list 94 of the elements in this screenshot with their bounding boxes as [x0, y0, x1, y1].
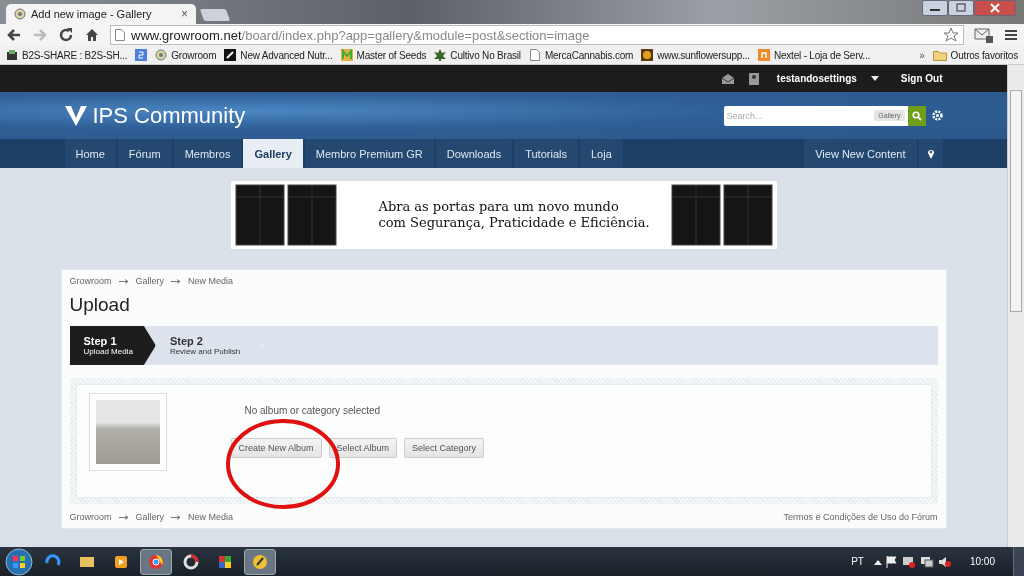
more-bookmarks-button[interactable]: » [919, 49, 925, 61]
bookmark[interactable]: Master of Seeds [340, 49, 427, 61]
site-logo[interactable]: IPS Community [92, 102, 246, 129]
other-bookmarks-folder[interactable]: Outros favoritos [932, 49, 1018, 61]
bookmark[interactable]: www.sunflowersupp... [641, 49, 750, 61]
bookmark-favicon-icon [224, 49, 237, 61]
bookmark[interactable]: Nextel - Loja de Serv... [757, 49, 871, 61]
monitor-icon[interactable] [919, 555, 934, 568]
new-tab-button[interactable] [199, 9, 231, 21]
bookmark[interactable]: Growroom [155, 49, 217, 61]
breadcrumb-link[interactable]: New Media [188, 512, 234, 522]
bookmark[interactable]: New Advanced Nutr... [224, 49, 333, 61]
clock[interactable]: 10:00 [969, 556, 995, 567]
scrollbar-thumb[interactable] [1010, 90, 1022, 312]
address-bar[interactable]: www.growroom.net/board/index.php?app=gallery&module=post&section=image [110, 25, 964, 45]
start-button-icon[interactable] [4, 547, 34, 576]
arrow-icon [118, 278, 129, 284]
close-icon[interactable] [974, 0, 1016, 16]
bookmark-favicon-icon [757, 49, 770, 61]
view-new-content-tab[interactable]: View New Content [804, 139, 917, 168]
bookmark-favicon-icon [340, 49, 353, 61]
tray-arrow-icon[interactable] [873, 558, 882, 565]
map-pin-icon [926, 148, 935, 159]
close-tab-button[interactable]: × [181, 7, 188, 21]
notification-icon[interactable] [748, 72, 759, 85]
app-icon [251, 552, 269, 571]
arrow-icon [171, 514, 182, 520]
site-favicon-icon [14, 8, 26, 20]
breadcrumb-link[interactable]: Gallery [135, 276, 165, 286]
arrow-icon [171, 278, 182, 284]
bookmark-favicon-icon [641, 49, 654, 61]
folder-icon [932, 49, 947, 61]
search-icon [911, 110, 922, 121]
scrollbar[interactable] [1007, 65, 1024, 547]
bookmark-icon[interactable] [135, 49, 148, 61]
app-icon [182, 552, 200, 571]
action-button[interactable]: Create New Album [230, 438, 322, 458]
network-icon[interactable] [901, 555, 916, 568]
caret-icon[interactable] [870, 76, 879, 81]
step-tab[interactable]: Step 2 Review and Publish [155, 326, 264, 365]
mail-icon[interactable] [974, 26, 994, 44]
map-pin-button[interactable] [918, 139, 943, 168]
page-icon [115, 29, 125, 41]
bookmark[interactable]: Cultivo No Brasil [434, 49, 521, 61]
banner-slogan: Abra as portas para um novo mundo com Segurança, Praticidade e Eficiência. [377, 199, 651, 231]
breadcrumb-link[interactable]: Growroom [69, 512, 112, 522]
breadcrumb-link[interactable]: Gallery [135, 512, 165, 522]
url-text: www.growroom.net/board/index.php?app=gallery&module=post&section=image [131, 27, 590, 43]
bookmark[interactable]: B2S-SHARE : B2S-SH... [6, 49, 128, 61]
home-icon[interactable] [84, 27, 100, 43]
nav-tab[interactable]: Tutorials [514, 139, 578, 168]
logo-icon [64, 105, 87, 126]
browser-tab[interactable]: Add new image - Gallery × [6, 4, 196, 24]
sign-out-link[interactable]: Sign Out [900, 73, 943, 84]
photo-placeholder [95, 400, 160, 464]
envelope-icon[interactable] [720, 72, 735, 85]
nav-tab[interactable]: Fórum [117, 139, 172, 168]
user-menu[interactable]: testandosettings [776, 73, 857, 84]
action-button[interactable]: Select Album [328, 438, 398, 458]
taskbar-app[interactable] [140, 548, 172, 575]
status-message: No album or category selected [244, 405, 382, 416]
settings-icon[interactable] [931, 110, 943, 121]
back-icon[interactable] [6, 27, 22, 43]
nav-tab[interactable]: Membros [173, 139, 242, 168]
nav-tab[interactable]: Downloads [435, 139, 513, 168]
page-title: Upload [69, 294, 131, 316]
star-icon[interactable] [943, 27, 959, 43]
bookmark-favicon-icon [155, 49, 168, 61]
restore-icon[interactable] [948, 0, 974, 16]
volume-icon[interactable] [937, 555, 952, 568]
menu-icon[interactable] [1004, 28, 1018, 42]
tab-title: Add new image - Gallery [31, 8, 153, 20]
taskbar-app[interactable] [244, 548, 276, 575]
breadcrumb-link[interactable]: Growroom [69, 276, 112, 286]
bookmark-favicon-icon [6, 49, 18, 61]
breadcrumb-link[interactable]: New Media [188, 276, 234, 286]
bookmark[interactable]: MercaCannabis.com [528, 49, 634, 61]
advertisement-banner[interactable]: Abra as portas para um novo mundo com Segurança, Praticidade e Eficiência. [230, 181, 777, 249]
bookmark-favicon-icon [434, 49, 447, 61]
reload-icon[interactable] [58, 27, 74, 43]
minimize-icon[interactable] [922, 0, 948, 16]
nav-tab[interactable]: Home [64, 139, 116, 168]
language-indicator[interactable]: PT [851, 556, 864, 567]
nav-tab[interactable]: Loja [579, 139, 623, 168]
bookmark-favicon-icon [528, 49, 541, 61]
arrow-icon [118, 514, 129, 520]
terms-link[interactable]: Termos e Condições de Uso do Fórum [783, 512, 938, 522]
nav-tab[interactable]: Gallery [243, 139, 303, 168]
app-icon [147, 552, 165, 571]
search-button[interactable] [907, 105, 926, 126]
nav-tab[interactable]: Membro Premium GR [304, 139, 434, 168]
action-button[interactable]: Select Category [404, 438, 485, 458]
flag-icon[interactable] [885, 555, 898, 568]
step-tab[interactable]: Step 1 Upload Media [69, 326, 156, 365]
